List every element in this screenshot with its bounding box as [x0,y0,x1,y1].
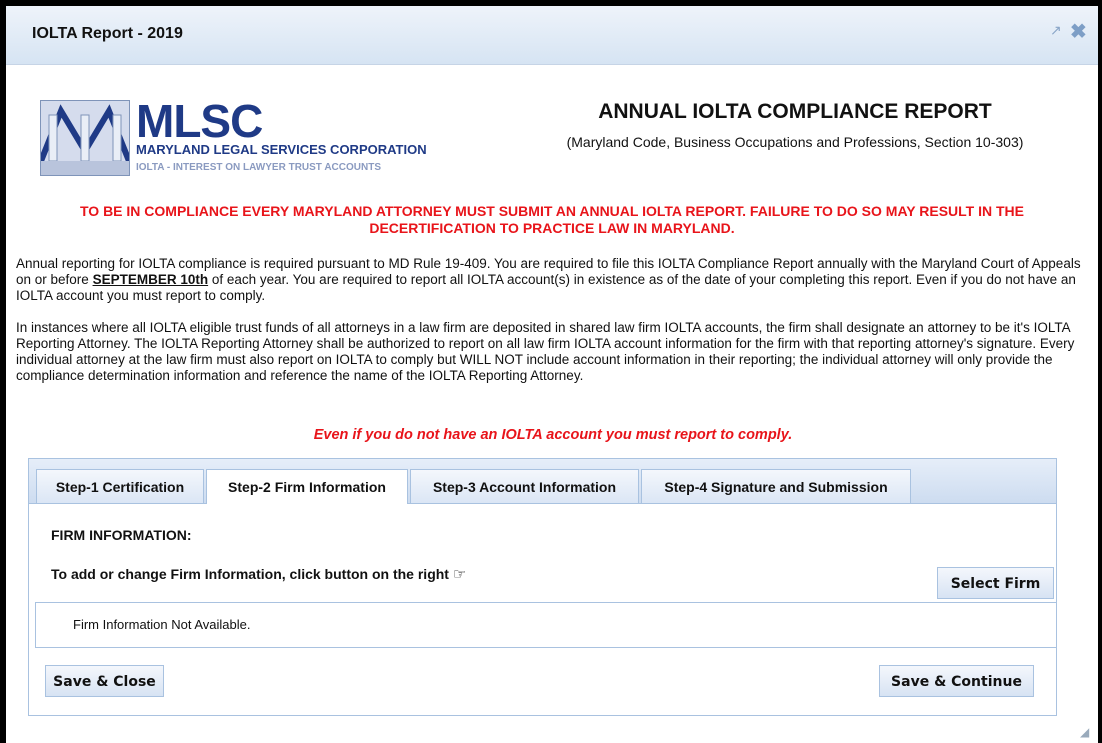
firm-status-text: Firm Information Not Available. [73,617,251,632]
deadline-text: SEPTEMBER 10th [92,272,209,287]
reminder-text: Even if you do not have an IOLTA account… [313,427,793,443]
close-icon[interactable]: ✖ [1070,19,1087,44]
compliance-warning: TO BE IN COMPLIANCE EVERY MARYLAND ATTOR… [79,203,1024,236]
pointing-hand-icon: ☞ [452,566,467,583]
dialog-titlebar[interactable]: IOLTA Report - 2019 ↗ ✖ [6,6,1098,65]
report-title: ANNUAL IOLTA COMPLIANCE REPORT [598,100,992,123]
mlsc-logo: MLSC MARYLAND LEGAL SERVICES CORPORATION… [40,95,440,178]
dialog-title: IOLTA Report - 2019 [32,25,183,42]
steps-panel: Step-1 Certification Step-2 Firm Informa… [28,458,1057,716]
tab-step-2-firm-information[interactable]: Step-2 Firm Information [206,469,408,504]
window-border [1098,0,1102,743]
logo-tagline: IOLTA - INTEREST ON LAWYER TRUST ACCOUNT… [136,162,381,173]
window-border [0,0,6,743]
save-continue-button[interactable]: Save & Continue [879,665,1034,697]
report-subtitle: (Maryland Code, Business Occupations and… [566,134,1024,150]
firm-information-box: Firm Information Not Available. [35,602,1057,648]
tab-step-1-certification[interactable]: Step-1 Certification [36,469,204,503]
firm-information-heading: FIRM INFORMATION: [51,527,192,543]
firm-instruction-text: To add or change Firm Information, click… [51,566,449,582]
shared-accounts-paragraph: In instances where all IOLTA eligible tr… [16,320,1075,383]
tab-step-4-signature-submission[interactable]: Step-4 Signature and Submission [641,469,911,503]
logo-name: MLSC [136,95,263,147]
popout-icon[interactable]: ↗ [1050,22,1062,39]
tab-bar: Step-1 Certification Step-2 Firm Informa… [29,459,1056,504]
firm-instruction: To add or change Firm Information, click… [51,565,466,583]
select-firm-button[interactable]: Select Firm [937,567,1054,599]
save-close-button[interactable]: Save & Close [45,665,164,697]
resize-grip-icon[interactable]: ◢ [1080,725,1089,739]
tab-step-3-account-information[interactable]: Step-3 Account Information [410,469,639,503]
logo-org-name: MARYLAND LEGAL SERVICES CORPORATION [136,142,427,157]
reporting-paragraph: Annual reporting for IOLTA compliance is… [16,256,1090,304]
logo-mark-icon [40,100,130,176]
